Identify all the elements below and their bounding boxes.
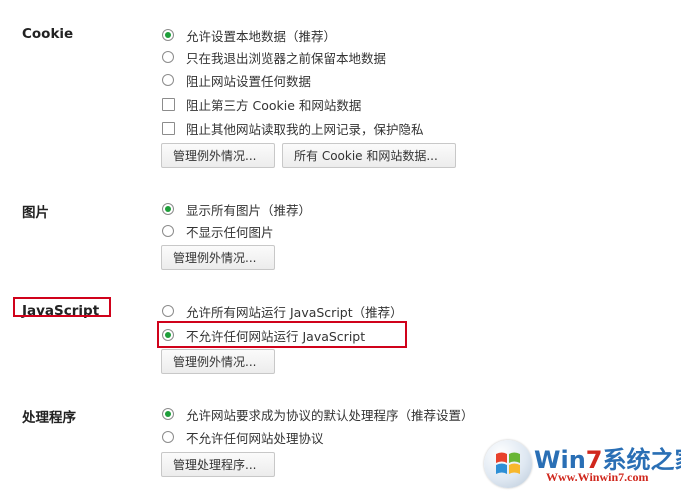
radio-unchecked-icon[interactable] <box>162 225 174 237</box>
radio-checked-icon[interactable] <box>162 29 174 41</box>
javascript-block-all-radio[interactable]: 不允许任何网站运行 JavaScript <box>162 326 365 344</box>
cookie-block-all-radio[interactable]: 阻止网站设置任何数据 <box>162 71 311 89</box>
option-label: 不显示任何图片 <box>186 224 274 240</box>
javascript-manage-exceptions-button[interactable]: 管理例外情况... <box>161 349 275 374</box>
radio-checked-icon[interactable] <box>162 408 174 420</box>
radio-unchecked-icon[interactable] <box>162 431 174 443</box>
checkbox-unchecked-icon[interactable] <box>162 97 175 111</box>
cookie-manage-exceptions-button[interactable]: 管理例外情况... <box>161 143 275 168</box>
radio-unchecked-icon[interactable] <box>162 51 174 63</box>
checkbox-unchecked-icon[interactable] <box>162 121 175 135</box>
images-manage-exceptions-button[interactable]: 管理例外情况... <box>161 245 275 270</box>
cookie-section-label: Cookie <box>22 26 74 42</box>
cookie-keep-until-exit-radio[interactable]: 只在我退出浏览器之前保留本地数据 <box>162 48 386 66</box>
watermark-url: Www.Winwin7.com <box>546 470 649 484</box>
images-show-all-radio[interactable]: 显示所有图片（推荐） <box>162 200 311 218</box>
option-label: 阻止第三方 Cookie 和网站数据 <box>186 97 362 113</box>
option-label: 不允许任何网站运行 JavaScript <box>186 328 366 344</box>
handlers-block-radio[interactable]: 不允许任何网站处理协议 <box>162 428 324 446</box>
images-section-label: 图片 <box>22 205 49 221</box>
option-label: 显示所有图片（推荐） <box>186 202 312 218</box>
all-cookies-and-site-data-button[interactable]: 所有 Cookie 和网站数据... <box>282 143 456 168</box>
windows-logo-icon <box>484 440 532 488</box>
option-label: 不允许任何网站处理协议 <box>186 430 324 446</box>
option-label: 阻止其他网站读取我的上网记录，保护隐私 <box>186 121 424 137</box>
radio-checked-icon[interactable] <box>162 203 174 215</box>
option-label: 只在我退出浏览器之前保留本地数据 <box>186 50 387 66</box>
radio-unchecked-icon[interactable] <box>162 74 174 86</box>
cookie-allow-local-data-radio[interactable]: 允许设置本地数据（推荐） <box>162 26 336 44</box>
option-label: 允许设置本地数据（推荐） <box>186 28 337 44</box>
option-label: 允许网站要求成为协议的默认处理程序（推荐设置） <box>186 407 474 423</box>
images-show-none-radio[interactable]: 不显示任何图片 <box>162 222 274 240</box>
cookie-block-tracking-checkbox[interactable]: 阻止其他网站读取我的上网记录，保护隐私 <box>162 119 424 137</box>
option-label: 允许所有网站运行 JavaScript（推荐） <box>186 304 403 320</box>
javascript-section-label: JavaScript <box>22 303 100 319</box>
winwin7-watermark: Win7系统之家 Www.Winwin7.com <box>484 436 681 492</box>
javascript-allow-all-radio[interactable]: 允许所有网站运行 JavaScript（推荐） <box>162 302 403 320</box>
radio-unchecked-icon[interactable] <box>162 305 174 317</box>
manage-handlers-button[interactable]: 管理处理程序... <box>161 452 275 477</box>
radio-checked-icon[interactable] <box>162 329 174 341</box>
handlers-allow-radio[interactable]: 允许网站要求成为协议的默认处理程序（推荐设置） <box>162 405 474 423</box>
cookie-block-third-party-checkbox[interactable]: 阻止第三方 Cookie 和网站数据 <box>162 95 361 113</box>
handlers-section-label: 处理程序 <box>22 410 76 426</box>
option-label: 阻止网站设置任何数据 <box>186 73 312 89</box>
